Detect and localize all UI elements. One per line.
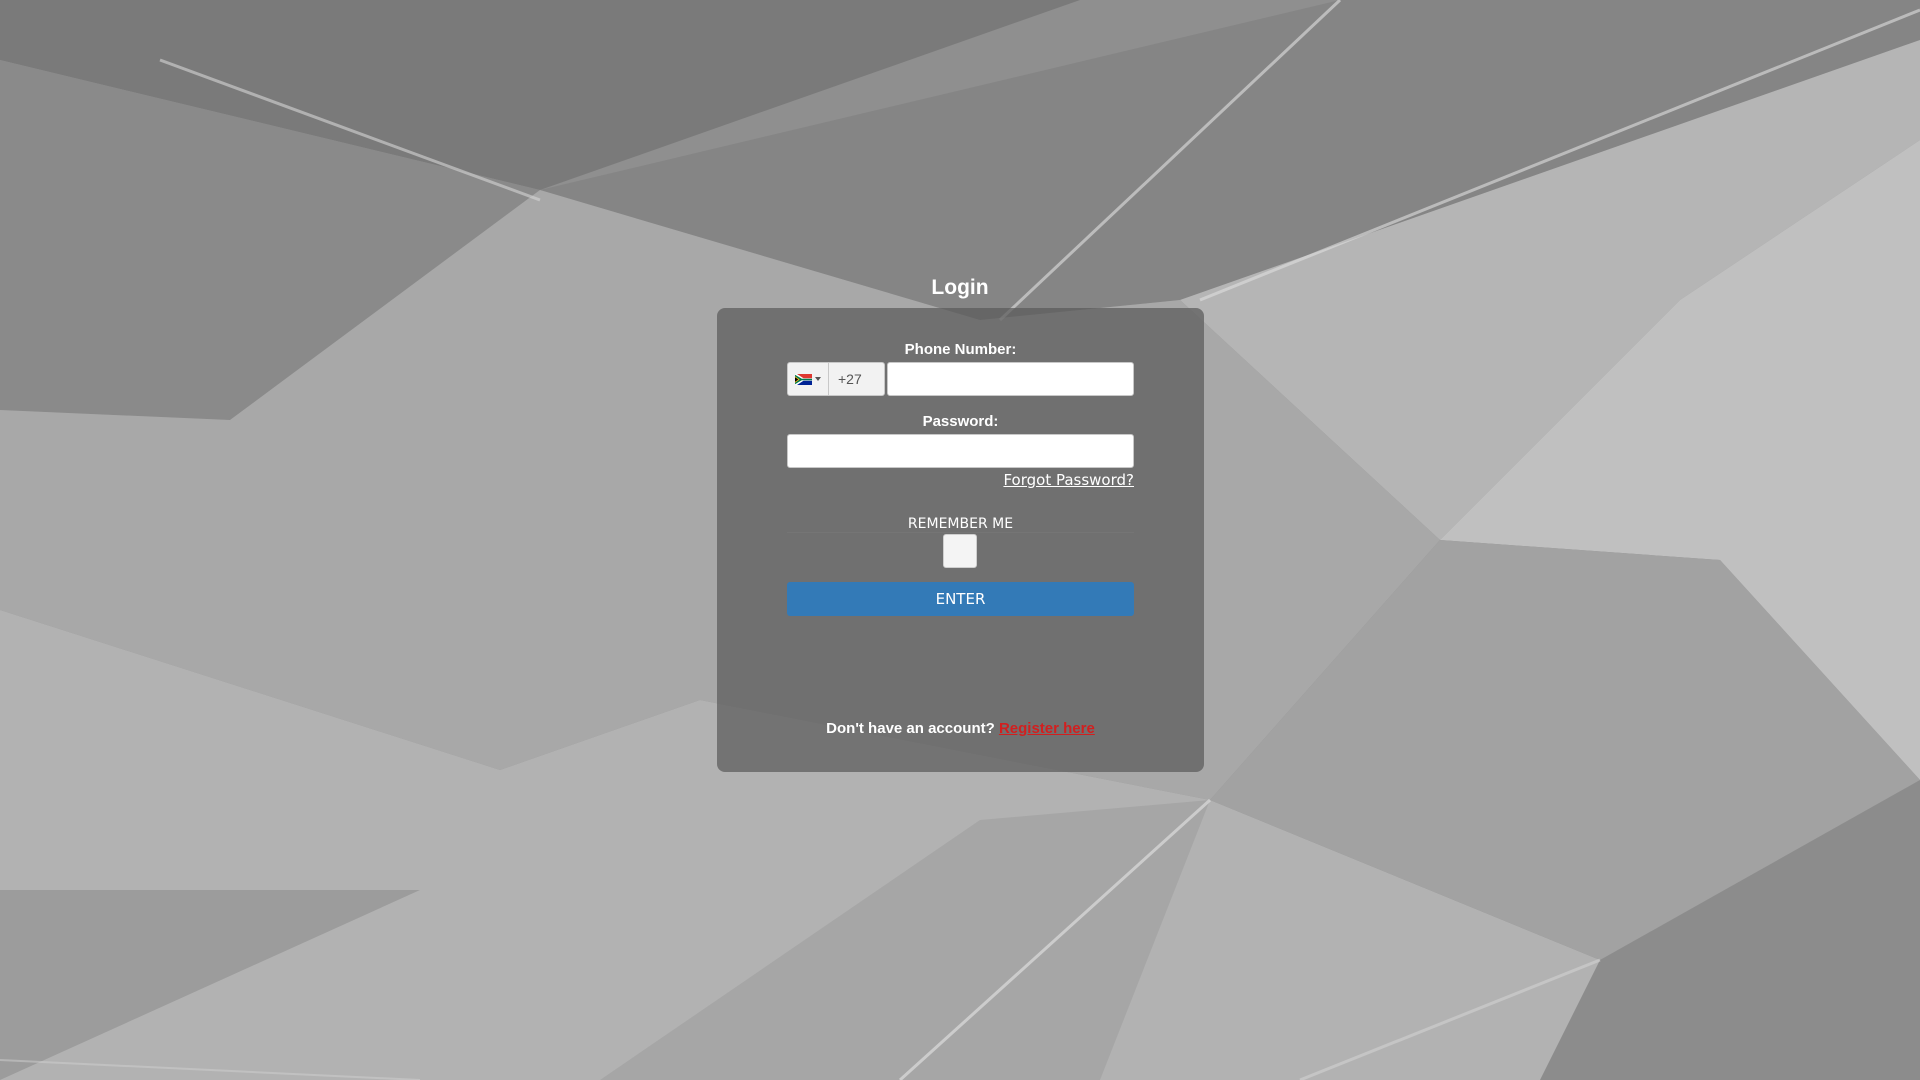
south-africa-flag-icon	[795, 373, 812, 385]
chevron-down-icon	[815, 377, 821, 381]
phone-number-input[interactable]	[887, 362, 1134, 396]
forgot-password-link[interactable]: Forgot Password?	[1003, 471, 1134, 489]
enter-button[interactable]: ENTER	[787, 582, 1134, 616]
page-title: Login	[931, 276, 989, 299]
login-panel: Phone Number: +27 Password: Forgot Passw…	[717, 308, 1204, 772]
country-flag-dropdown[interactable]	[788, 363, 829, 395]
country-code-select[interactable]: +27	[787, 362, 885, 396]
password-label: Password:	[922, 413, 999, 430]
remember-me-label: REMEMBER ME	[907, 516, 1014, 532]
dial-code: +27	[838, 371, 862, 387]
phone-row: +27	[787, 362, 1134, 396]
password-input[interactable]	[787, 434, 1134, 468]
remember-me-checkbox[interactable]	[943, 534, 977, 568]
register-prompt: Don't have an account? Register here	[717, 720, 1204, 737]
no-account-text: Don't have an account?	[826, 720, 995, 737]
register-link[interactable]: Register here	[999, 720, 1095, 737]
divider	[787, 532, 1134, 533]
phone-number-label: Phone Number:	[904, 341, 1017, 358]
